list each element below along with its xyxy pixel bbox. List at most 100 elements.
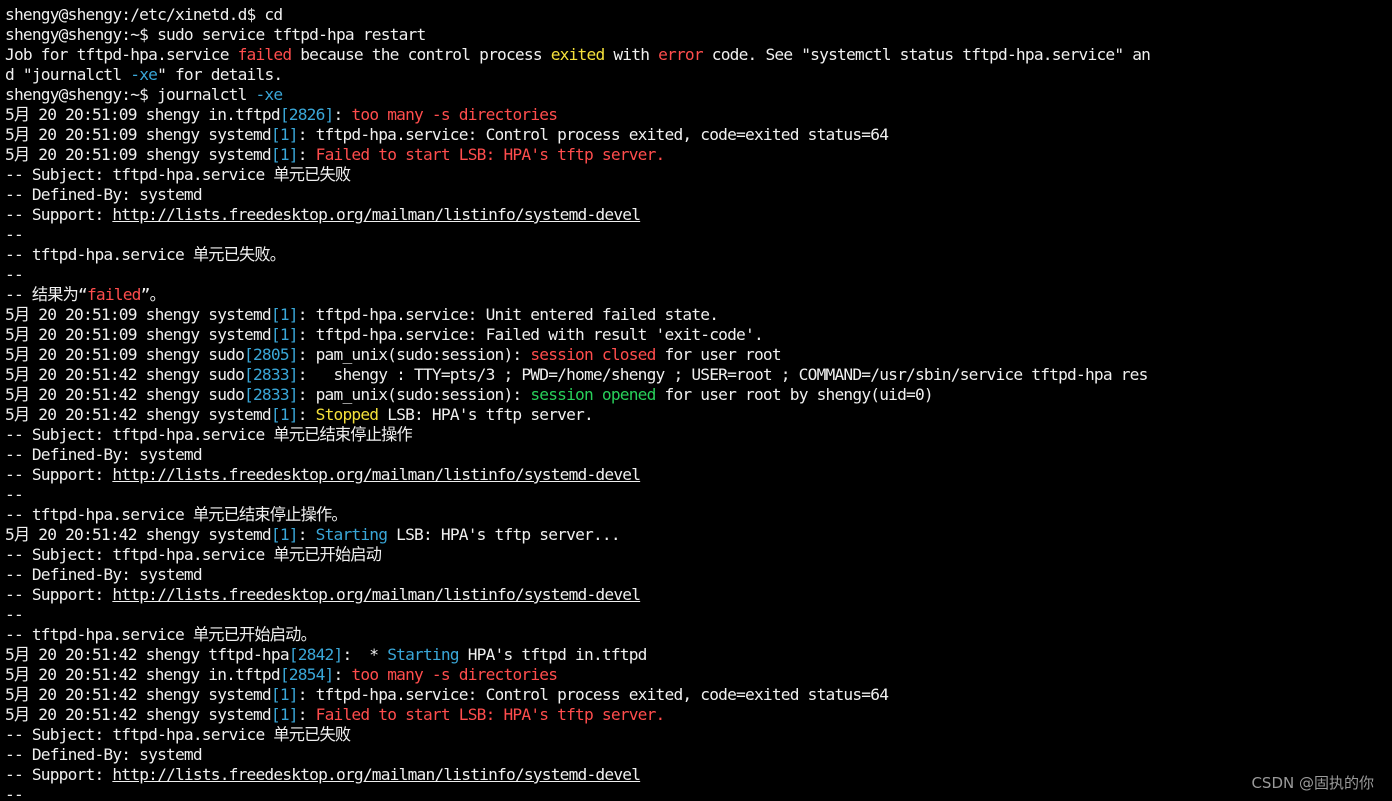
terminal-text-segment: session opened [530, 385, 656, 404]
terminal-text-segment: : tftpd-hpa.service: Control process exi… [297, 685, 889, 704]
terminal-text-segment: for user root [655, 345, 782, 364]
terminal-line: shengy@shengy:~$ journalctl -xe [5, 85, 1392, 105]
terminal-line: 5月 20 20:51:09 shengy sudo[2805]: pam_un… [5, 345, 1392, 365]
terminal-line: -- [5, 225, 1392, 245]
terminal-text-segment: Starting [387, 645, 459, 664]
terminal-text-segment: -- tftpd-hpa.service 单元已结束停止操作。 [5, 505, 348, 524]
terminal-line: -- Support: http://lists.freedesktop.org… [5, 765, 1392, 785]
terminal-text-segment: : [297, 705, 316, 724]
terminal-line: 5月 20 20:51:42 shengy systemd[1]: Starti… [5, 525, 1392, 545]
terminal-text-segment: shengy@shengy:~$ sudo service tftpd-hpa … [5, 25, 426, 44]
terminal-text-segment: -- Support: [5, 205, 113, 224]
terminal-text-segment: : shengy : TTY=pts/3 ; PWD=/home/shengy … [297, 365, 1149, 384]
terminal-line: Job for tftpd-hpa.service failed because… [5, 45, 1392, 65]
terminal-text-segment: : [333, 665, 352, 684]
terminal-text-segment: 5月 20 20:51:42 shengy tftpd-hpa [5, 645, 290, 664]
terminal-text-segment: Failed to start LSB: HPA's tftp server. [315, 705, 666, 724]
terminal-text-segment: 5月 20 20:51:09 shengy systemd [5, 325, 272, 344]
terminal-line: -- Support: http://lists.freedesktop.org… [5, 205, 1392, 225]
support-link[interactable]: http://lists.freedesktop.org/mailman/lis… [112, 585, 641, 604]
terminal-line: -- Defined-By: systemd [5, 745, 1392, 765]
terminal-text-segment: 5月 20 20:51:42 shengy systemd [5, 405, 272, 424]
terminal-text-segment: -- Subject: tftpd-hpa.service 单元已失败 [5, 725, 351, 744]
terminal-text-segment: -- [5, 485, 24, 504]
terminal-line: -- Subject: tftpd-hpa.service 单元已结束停止操作 [5, 425, 1392, 445]
terminal-text-segment: exited [550, 45, 605, 64]
terminal-text-segment: Starting [315, 525, 388, 544]
terminal-text-segment: : tftpd-hpa.service: Unit entered failed… [297, 305, 719, 324]
terminal-text-segment: -- Subject: tftpd-hpa.service 单元已结束停止操作 [5, 425, 413, 444]
terminal-line: 5月 20 20:51:09 shengy systemd[1]: tftpd-… [5, 125, 1392, 145]
terminal-line: -- Support: http://lists.freedesktop.org… [5, 465, 1392, 485]
terminal-text-segment: 5月 20 20:51:42 shengy in.tftpd [5, 665, 281, 684]
terminal-text-segment: -- 结果为“ [5, 285, 88, 304]
terminal-text-segment: 5月 20 20:51:09 shengy systemd [5, 125, 272, 144]
support-link[interactable]: http://lists.freedesktop.org/mailman/lis… [112, 765, 641, 784]
terminal-text-segment: for user root by shengy(uid=0) [655, 385, 934, 404]
terminal-text-segment: : pam_unix(sudo:session): [297, 345, 531, 364]
terminal-text-segment: [2854] [279, 665, 334, 684]
terminal-text-segment: -- Support: [5, 585, 113, 604]
terminal-text-segment: [1] [270, 125, 299, 144]
terminal-line: 5月 20 20:51:42 shengy in.tftpd[2854]: to… [5, 665, 1392, 685]
terminal-output: shengy@shengy:/etc/xinetd.d$ cd shengy@sh… [5, 5, 1392, 801]
terminal-text-segment: -- Defined-By: systemd [5, 185, 203, 204]
terminal-line: 5月 20 20:51:42 shengy systemd[1]: tftpd-… [5, 685, 1392, 705]
terminal-text-segment: -- Defined-By: systemd [5, 565, 203, 584]
terminal-text-segment: 5月 20 20:51:42 shengy systemd [5, 525, 272, 544]
terminal-line: 5月 20 20:51:42 shengy tftpd-hpa[2842]: *… [5, 645, 1392, 665]
terminal-text-segment: : [297, 145, 316, 164]
terminal-line: -- [5, 485, 1392, 505]
terminal-line: 5月 20 20:51:09 shengy systemd[1]: tftpd-… [5, 305, 1392, 325]
terminal-text-segment: : [297, 405, 316, 424]
terminal-line: d "journalctl -xe" for details. [5, 65, 1392, 85]
terminal-text-segment: -- [5, 605, 24, 624]
terminal-text-segment: code. See "systemctl status tftpd-hpa.se… [702, 45, 1151, 64]
terminal-line: 5月 20 20:51:09 shengy systemd[1]: Failed… [5, 145, 1392, 165]
terminal-text-segment: [2833] [244, 385, 298, 404]
support-link[interactable]: http://lists.freedesktop.org/mailman/lis… [112, 465, 641, 484]
terminal-line: -- Support: http://lists.freedesktop.org… [5, 585, 1392, 605]
terminal-text-segment: LSB: HPA's tftp server... [387, 525, 620, 544]
terminal-text-segment: " for details. [157, 65, 283, 84]
terminal-text-segment: [1] [270, 405, 299, 424]
terminal-text-segment: -- Subject: tftpd-hpa.service 单元已开始启动 [5, 545, 382, 564]
terminal-line: -- tftpd-hpa.service 单元已结束停止操作。 [5, 505, 1392, 525]
terminal-text-segment: too many -s directories [351, 665, 558, 684]
terminal-text-segment: -- [5, 265, 24, 284]
terminal-text-segment: LSB: HPA's tftp server. [378, 405, 594, 424]
terminal-text-segment: -- tftpd-hpa.service 单元已失败。 [5, 245, 286, 264]
terminal-text-segment: 5月 20 20:51:09 shengy sudo [5, 345, 245, 364]
terminal-text-segment: because the control process [291, 45, 551, 64]
terminal-line: -- [5, 265, 1392, 285]
terminal-window[interactable]: shengy@shengy:/etc/xinetd.d$ cd shengy@sh… [0, 0, 1392, 801]
terminal-line: -- Defined-By: systemd [5, 445, 1392, 465]
terminal-text-segment: -xe [255, 85, 283, 104]
terminal-text-segment: too many -s directories [351, 105, 558, 124]
terminal-text-segment: [2805] [244, 345, 298, 364]
terminal-text-segment: -- Support: [5, 465, 113, 484]
support-link[interactable]: http://lists.freedesktop.org/mailman/lis… [112, 205, 641, 224]
terminal-line: 5月 20 20:51:42 shengy sudo[2833]: pam_un… [5, 385, 1392, 405]
terminal-line: 5月 20 20:51:42 shengy systemd[1]: Failed… [5, 705, 1392, 725]
terminal-text-segment: -- Defined-By: systemd [5, 745, 203, 764]
terminal-line: -- Defined-By: systemd [5, 185, 1392, 205]
terminal-text-segment: shengy@shengy:/etc/xinetd.d$ cd [5, 5, 283, 24]
terminal-text-segment: : * [342, 645, 388, 664]
terminal-line: -- Subject: tftpd-hpa.service 单元已开始启动 [5, 545, 1392, 565]
terminal-line: -- tftpd-hpa.service 单元已开始启动。 [5, 625, 1392, 645]
terminal-text-segment: HPA's tftpd in.tftpd [458, 645, 648, 664]
terminal-text-segment: shengy@shengy:~$ journalctl [5, 85, 256, 104]
terminal-text-segment: [1] [270, 705, 299, 724]
terminal-line: -- [5, 605, 1392, 625]
terminal-line: 5月 20 20:51:42 shengy systemd[1]: Stoppe… [5, 405, 1392, 425]
terminal-text-segment: Stopped [315, 405, 379, 424]
terminal-text-segment: 5月 20 20:51:42 shengy sudo [5, 385, 245, 404]
terminal-text-segment: -- [5, 225, 24, 244]
terminal-text-segment: Failed to start LSB: HPA's tftp server. [315, 145, 666, 164]
terminal-text-segment: failed [237, 45, 292, 64]
terminal-line: shengy@shengy:/etc/xinetd.d$ cd [5, 5, 1392, 25]
terminal-line: shengy@shengy:~$ sudo service tftpd-hpa … [5, 25, 1392, 45]
terminal-text-segment: 5月 20 20:51:42 shengy systemd [5, 705, 272, 724]
terminal-line: -- tftpd-hpa.service 单元已失败。 [5, 245, 1392, 265]
